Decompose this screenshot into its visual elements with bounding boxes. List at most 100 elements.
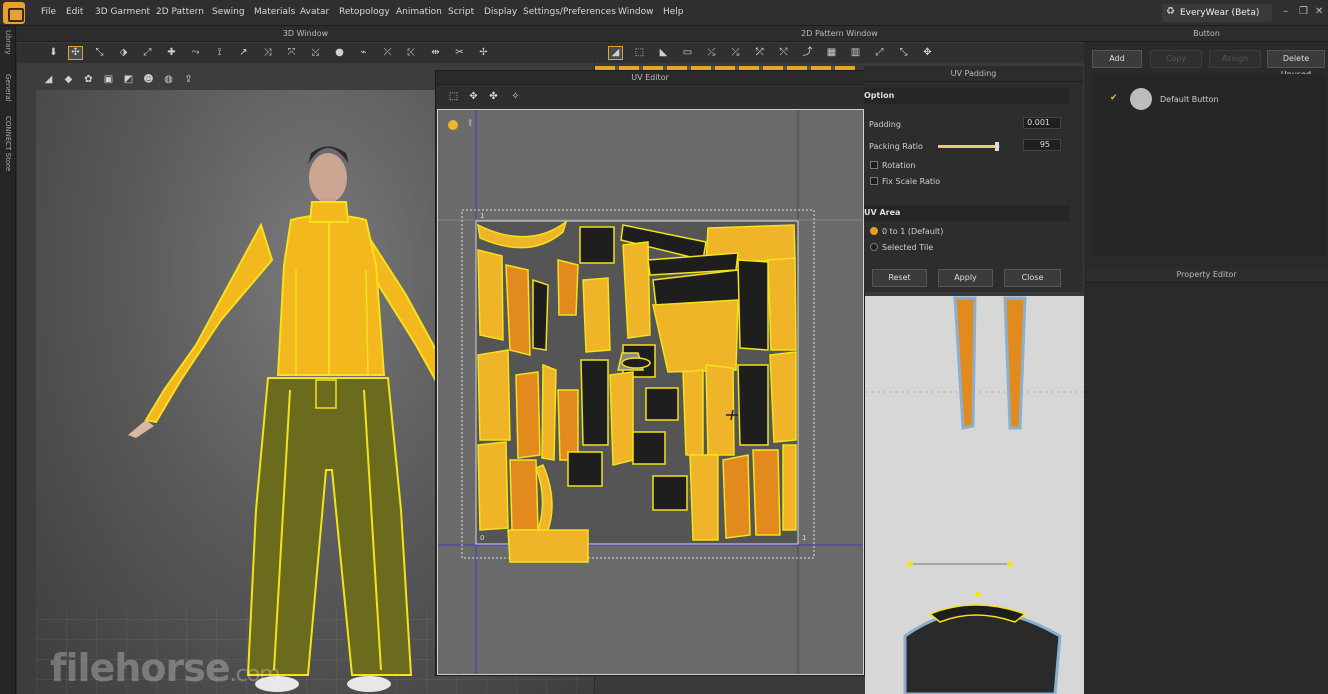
add-button[interactable]: Add (1092, 50, 1142, 68)
packing-ratio-input[interactable]: 95 (1023, 139, 1061, 151)
tape-icon[interactable]: ⤡ (897, 47, 910, 59)
segment-sew-icon[interactable]: ⤢ (873, 47, 886, 59)
3d-secondary-toolbar: ◢ ◆ ✿ ▣ ◩ ☻ ◍ ⇪ (36, 70, 236, 90)
uv-editor-window: UV Editor ⬚ ✥ ✤ ✧ ⬆ 0 1 1 (435, 70, 865, 676)
uv-unfold-icon[interactable]: ✧ (509, 91, 522, 103)
sew-icon[interactable]: ⤱ (753, 47, 766, 59)
fold-2d-icon[interactable]: ▦ (825, 47, 838, 59)
cut-icon[interactable]: ✂ (453, 47, 466, 59)
edit-point-icon[interactable]: ◣ (657, 47, 670, 59)
transform-pattern-icon[interactable]: ⬚ (633, 47, 646, 59)
menu-materials[interactable]: Materials (254, 7, 295, 17)
menu-3d-garment[interactable]: 3D Garment (95, 7, 150, 17)
garment-icon[interactable]: ◆ (62, 74, 75, 86)
delete-unused-button[interactable]: Delete Unused (1267, 50, 1325, 79)
uv-toolbar: ⬚ ✥ ✤ ✧ (437, 87, 864, 107)
edit-pattern-icon[interactable]: ⤡ (93, 47, 106, 59)
curve-point-icon[interactable]: ⤰ (729, 47, 742, 59)
fix-scale-label: Fix Scale Ratio (882, 177, 941, 186)
pin-icon[interactable]: ⟟ (213, 47, 226, 59)
free-sew-icon[interactable]: ⤩ (309, 47, 322, 59)
menu-retopology[interactable]: Retopology (339, 7, 390, 17)
connect-store-tab[interactable]: CONNECT Store (4, 116, 12, 171)
pose-icon[interactable]: ✿ (82, 74, 95, 86)
segment-icon[interactable]: ⤧ (285, 47, 298, 59)
polygon-icon[interactable]: ▭ (681, 47, 694, 59)
avatar-icon[interactable]: ☻ (142, 74, 155, 86)
reset-button[interactable]: Reset (872, 269, 927, 287)
pattern-select-icon[interactable]: ◢ (608, 46, 623, 60)
steam-icon[interactable]: ⤫ (381, 47, 394, 59)
3d-window-title: 3D Window (17, 26, 594, 42)
seam-icon[interactable]: ⤨ (261, 47, 274, 59)
uv-pack-icon[interactable]: ✤ (487, 91, 500, 103)
shrink-icon[interactable]: ⤪ (405, 47, 418, 59)
bars-icon[interactable]: ▥ (849, 47, 862, 59)
area-selected-radio[interactable] (870, 243, 878, 251)
maximize-icon[interactable]: ❐ (1299, 6, 1308, 17)
close-button[interactable]: Close (1004, 269, 1061, 287)
right-panel: Button Add Copy Assign Delete Unused ✔ D… (1085, 26, 1328, 694)
shirt-icon[interactable]: ✥ (921, 47, 934, 59)
line-sew-icon[interactable]: ⇹ (429, 47, 442, 59)
brush-icon[interactable]: ⌁ (357, 47, 370, 59)
strengthen-icon[interactable]: ✢ (477, 47, 490, 59)
menu-2d-pattern[interactable]: 2D Pattern (156, 7, 204, 17)
copy-button[interactable]: Copy (1150, 50, 1202, 68)
close-icon[interactable]: ✕ (1315, 6, 1323, 17)
globe-icon[interactable]: ◍ (162, 74, 175, 86)
2d-viewport[interactable] (865, 296, 1084, 694)
option-header: Option (864, 88, 1070, 104)
menu-help[interactable]: Help (663, 7, 684, 17)
menu-file[interactable]: File (41, 7, 56, 17)
uv-viewport[interactable]: ⬆ 0 1 1 (437, 109, 864, 675)
transform-icon[interactable]: ✣ (68, 46, 83, 60)
2d-window-title: 2D Pattern Window (595, 26, 1084, 42)
export-icon[interactable]: ⇪ (182, 74, 195, 86)
uv-padding-title: UV Padding (864, 66, 1083, 82)
packing-ratio-slider[interactable] (938, 142, 1000, 151)
padding-input[interactable]: 0.001 (1023, 117, 1061, 129)
fold-icon[interactable]: ⤳ (189, 47, 202, 59)
apply-button[interactable]: Apply (938, 269, 993, 287)
dart-icon[interactable]: ⤲ (777, 47, 790, 59)
menu-edit[interactable]: Edit (66, 7, 83, 17)
assign-button[interactable]: Assign (1209, 50, 1261, 68)
add-point-icon[interactable]: ⤢ (141, 47, 154, 59)
thickness-icon[interactable]: ◩ (122, 74, 135, 86)
internal-shape-icon[interactable]: ⤯ (705, 47, 718, 59)
move-pattern-icon[interactable]: ⬗ (117, 47, 130, 59)
tack-icon[interactable]: ✚ (165, 47, 178, 59)
menu-bar: File Edit 3D Garment 2D Pattern Sewing M… (0, 0, 1328, 26)
menu-sewing[interactable]: Sewing (212, 7, 245, 17)
uv-select-icon[interactable]: ⬚ (447, 91, 460, 103)
menu-script[interactable]: Script (448, 7, 474, 17)
avatar-shade-icon[interactable]: ◢ (42, 74, 55, 86)
sphere-icon[interactable]: ● (333, 47, 346, 59)
texture-icon[interactable]: ▣ (102, 74, 115, 86)
area-default-label: 0 to 1 (Default) (882, 227, 944, 236)
3d-toolbar: ⬇ ✣ ⤡ ⬗ ⤢ ✚ ⤳ ⟟ ↗ ⤨ ⤧ ⤩ ● ⌁ ⤫ ⤪ ⇹ ✂ ✢ (17, 43, 594, 63)
app-logo-icon[interactable] (3, 2, 25, 24)
button-thumbnail-icon (1130, 88, 1152, 110)
area-default-radio[interactable] (870, 227, 878, 235)
measure-icon[interactable]: ↗ (237, 47, 250, 59)
library-tab[interactable]: Library (4, 30, 12, 54)
select-mesh-icon[interactable]: ⬇ (47, 47, 60, 59)
rotation-checkbox[interactable] (870, 161, 878, 169)
general-tab[interactable]: General (4, 74, 12, 102)
menu-settings[interactable]: Settings/Preferences (523, 7, 616, 17)
menu-animation[interactable]: Animation (396, 7, 442, 17)
notch-icon[interactable]: ⤴ (801, 47, 814, 59)
packing-ratio-label: Packing Ratio (869, 142, 923, 151)
uv-transform-icon[interactable]: ✥ (467, 91, 480, 103)
menu-window[interactable]: Window (618, 7, 654, 17)
menu-display[interactable]: Display (484, 7, 517, 17)
side-dock: Library General CONNECT Store (0, 26, 16, 694)
list-item[interactable]: ✔ Default Button (1092, 86, 1325, 112)
fix-scale-checkbox[interactable] (870, 177, 878, 185)
menu-avatar[interactable]: Avatar (300, 7, 329, 17)
product-selector[interactable]: EveryWear (Beta) (1162, 4, 1272, 22)
minimize-icon[interactable]: – (1283, 6, 1288, 17)
uv-padding-panel: UV Padding Option Padding 0.001 Packing … (864, 66, 1083, 292)
